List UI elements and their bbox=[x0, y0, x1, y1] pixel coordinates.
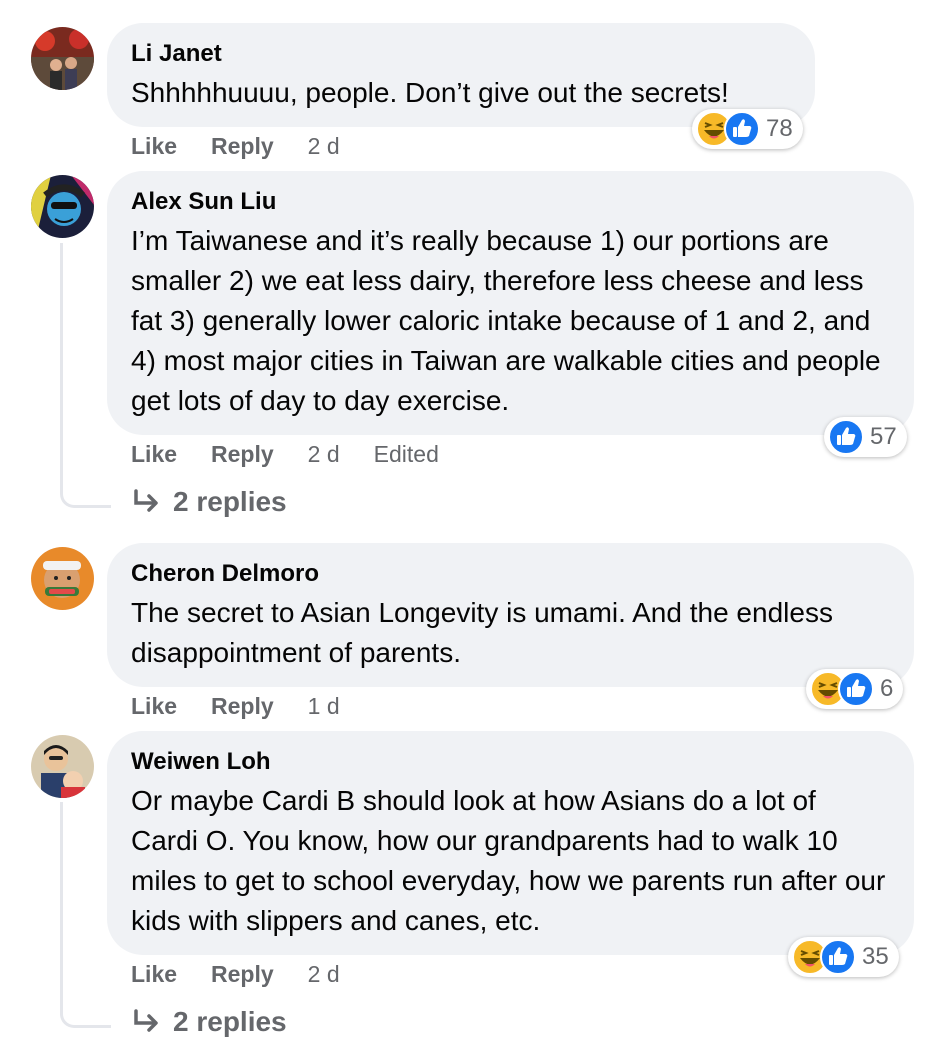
edited-label[interactable]: Edited bbox=[374, 439, 439, 469]
reaction-summary[interactable]: 57 bbox=[824, 417, 907, 457]
avatar-li-janet[interactable] bbox=[31, 27, 94, 90]
reaction-count: 57 bbox=[870, 423, 897, 450]
comment-actions: Like Reply 2 d Edited bbox=[131, 439, 439, 469]
reaction-summary[interactable]: 6 bbox=[806, 669, 904, 709]
like-icon bbox=[828, 419, 864, 455]
reply-arrow-icon bbox=[134, 1009, 158, 1032]
reply-button[interactable]: Reply bbox=[211, 439, 274, 469]
comment-text: Or maybe Cardi B should look at how Asia… bbox=[131, 785, 886, 936]
comment-bubble: Weiwen Loh Or maybe Cardi B should look … bbox=[107, 731, 914, 955]
avatar-alex-sun-liu[interactable] bbox=[31, 175, 94, 238]
reply-arrow-icon bbox=[134, 489, 158, 512]
comment-author[interactable]: Li Janet bbox=[131, 39, 791, 69]
like-icon bbox=[724, 111, 760, 147]
avatar-weiwen-loh[interactable] bbox=[31, 735, 94, 798]
like-button[interactable]: Like bbox=[131, 439, 177, 469]
timestamp[interactable]: 2 d bbox=[308, 959, 340, 989]
comment-author[interactable]: Alex Sun Liu bbox=[131, 187, 890, 217]
comment-bubble: Cheron Delmoro The secret to Asian Longe… bbox=[107, 543, 914, 687]
reply-button[interactable]: Reply bbox=[211, 131, 274, 161]
view-replies-button[interactable]: 2 replies bbox=[131, 486, 287, 518]
timestamp[interactable]: 1 d bbox=[308, 691, 340, 721]
replies-count-label: 2 replies bbox=[173, 1006, 287, 1037]
comment-text: Shhhhhuuuu, people. Don’t give out the s… bbox=[131, 77, 729, 108]
comment-author[interactable]: Cheron Delmoro bbox=[131, 559, 890, 589]
timestamp[interactable]: 2 d bbox=[308, 131, 340, 161]
thread-line bbox=[60, 802, 111, 1028]
comment-actions: Like Reply 1 d bbox=[131, 691, 340, 721]
thread-line bbox=[60, 243, 111, 508]
like-button[interactable]: Like bbox=[131, 131, 177, 161]
timestamp[interactable]: 2 d bbox=[308, 439, 340, 469]
reaction-count: 35 bbox=[862, 943, 889, 970]
reply-button[interactable]: Reply bbox=[211, 959, 274, 989]
like-icon bbox=[838, 671, 874, 707]
reply-button[interactable]: Reply bbox=[211, 691, 274, 721]
replies-count-label: 2 replies bbox=[173, 486, 287, 517]
view-replies-button[interactable]: 2 replies bbox=[131, 1006, 287, 1038]
comment-actions: Like Reply 2 d bbox=[131, 959, 340, 989]
comment-text: The secret to Asian Longevity is umami. … bbox=[131, 597, 833, 668]
like-button[interactable]: Like bbox=[131, 959, 177, 989]
reaction-count: 78 bbox=[766, 115, 793, 142]
comment-bubble: Alex Sun Liu I’m Taiwanese and it’s real… bbox=[107, 171, 914, 435]
reaction-count: 6 bbox=[880, 675, 894, 702]
comment-actions: Like Reply 2 d bbox=[131, 131, 340, 161]
reaction-summary[interactable]: 78 bbox=[692, 109, 803, 149]
like-button[interactable]: Like bbox=[131, 691, 177, 721]
avatar-cheron-delmoro[interactable] bbox=[31, 547, 94, 610]
comment-author[interactable]: Weiwen Loh bbox=[131, 747, 890, 777]
reaction-summary[interactable]: 35 bbox=[788, 937, 899, 977]
comment-text: I’m Taiwanese and it’s really because 1)… bbox=[131, 225, 881, 416]
like-icon bbox=[820, 939, 856, 975]
